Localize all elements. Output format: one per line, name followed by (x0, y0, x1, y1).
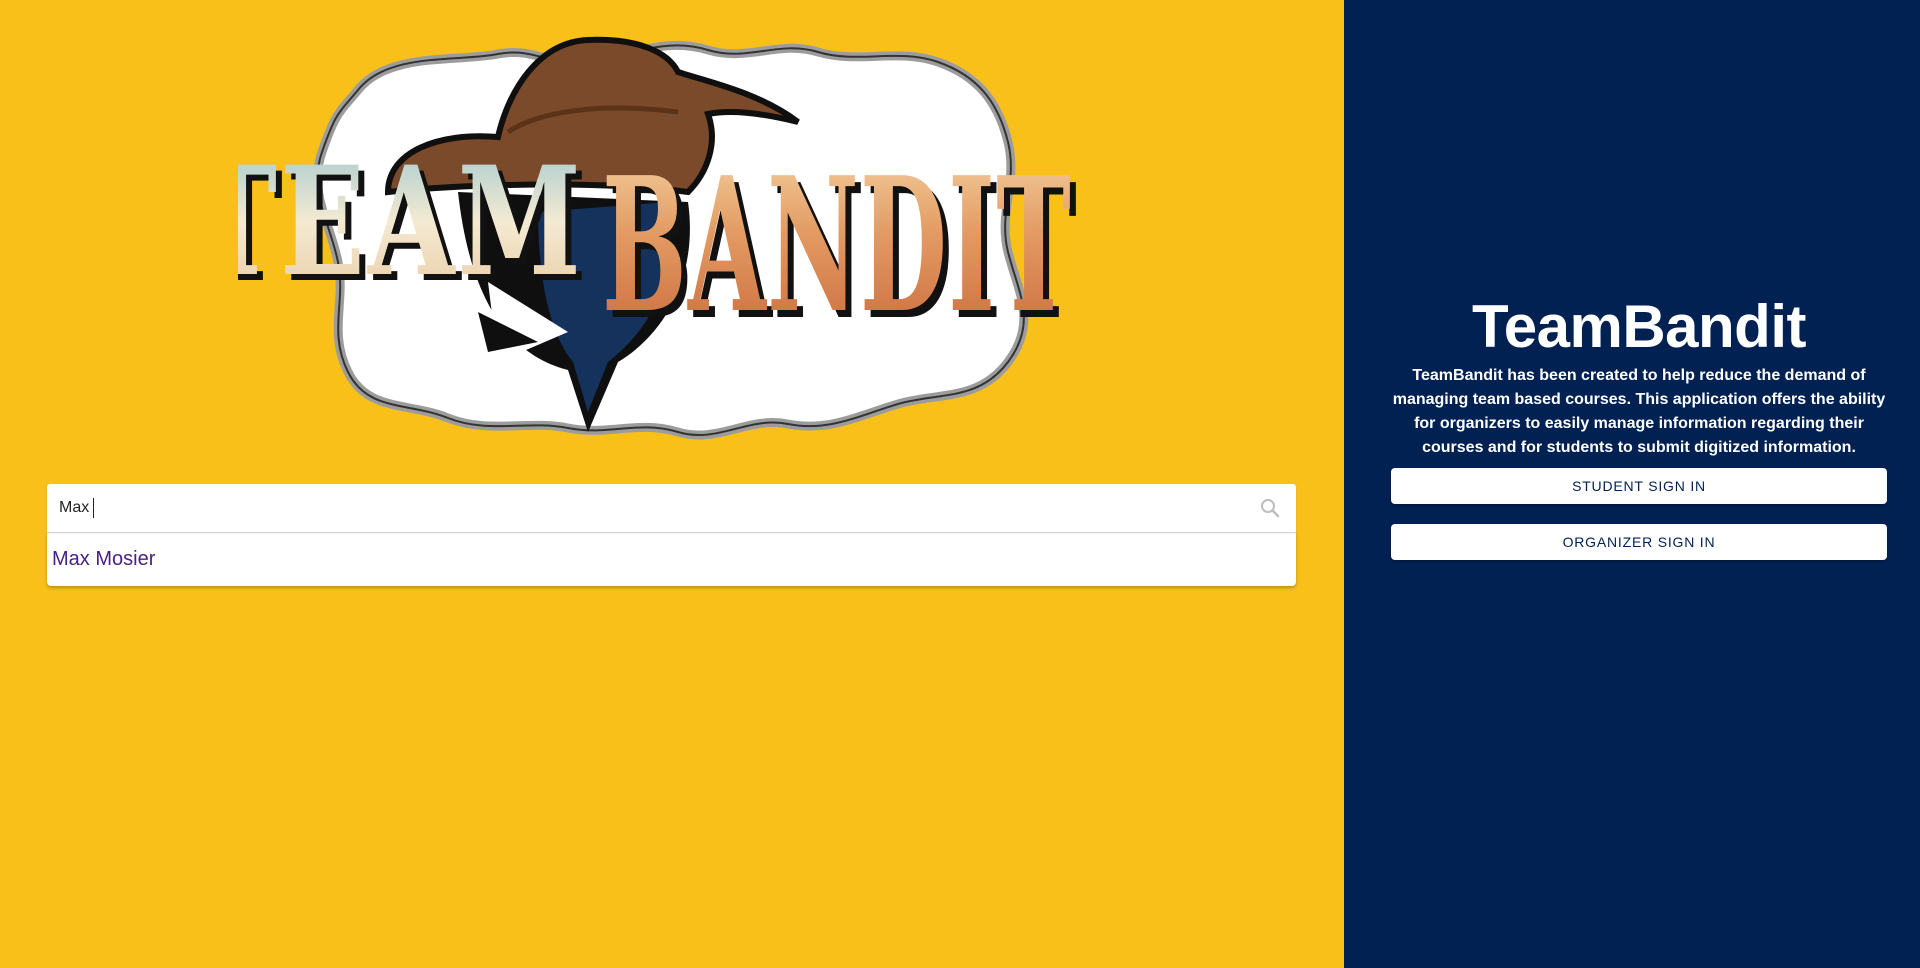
svg-text:BANDIT: BANDIT (602, 136, 1072, 354)
right-panel: TeamBandit TeamBandit has been created t… (1344, 0, 1920, 968)
search-result-item[interactable]: Max Mosier (47, 533, 1296, 586)
search-icon[interactable] (1258, 496, 1282, 520)
search-autocomplete: Max Mosier (47, 484, 1296, 586)
left-panel: TEAM TEAM BANDIT BANDIT Max Mosier (0, 0, 1344, 968)
text-caret (93, 498, 94, 518)
intro-panel: TeamBandit TeamBandit has been created t… (1391, 292, 1887, 560)
search-bar[interactable] (47, 484, 1296, 532)
student-sign-in-button[interactable]: STUDENT SIGN IN (1391, 468, 1887, 504)
teambandit-logo: TEAM TEAM BANDIT BANDIT (238, 32, 1094, 444)
search-results-list: Max Mosier (47, 532, 1296, 586)
organizer-sign-in-button[interactable]: ORGANIZER SIGN IN (1391, 524, 1887, 560)
page: TEAM TEAM BANDIT BANDIT Max Mosier (0, 0, 1920, 968)
page-title: TeamBandit (1472, 293, 1806, 360)
svg-text:TEAM: TEAM (238, 134, 584, 310)
app-description: TeamBandit has been created to help redu… (1392, 367, 1886, 456)
search-input[interactable] (47, 485, 1219, 531)
